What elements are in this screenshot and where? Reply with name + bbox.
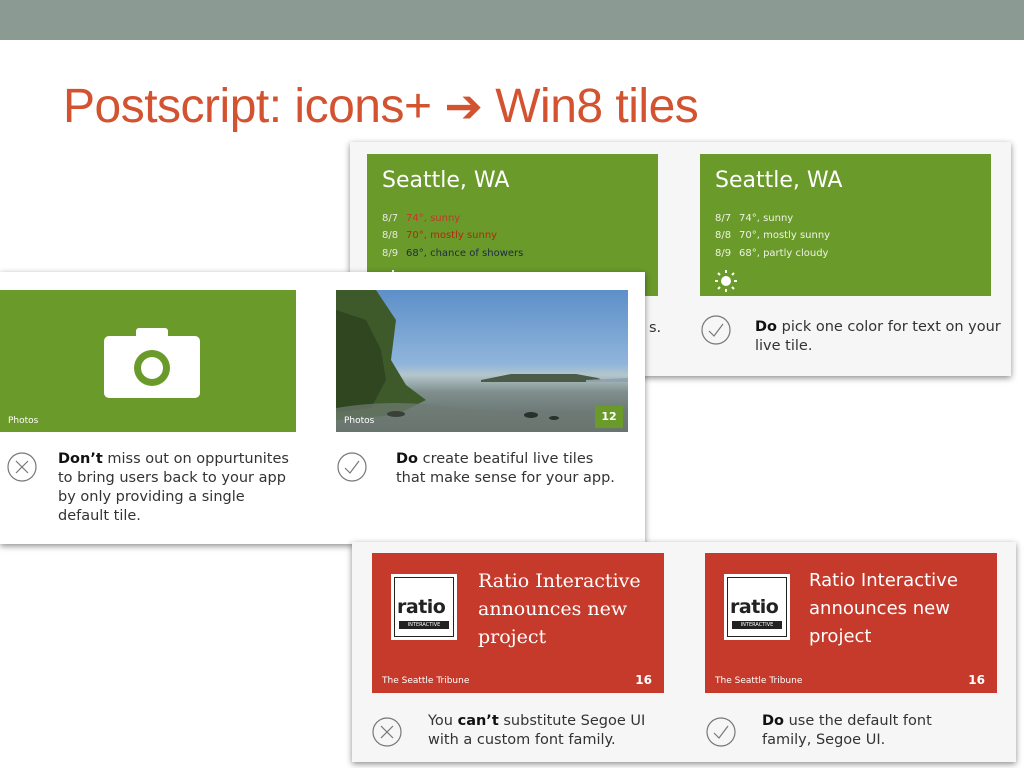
x-circle-icon bbox=[372, 717, 402, 747]
slide-title: Postscript: icons+ ➔ Win8 tiles bbox=[63, 76, 699, 137]
photos-tile-default: Photos bbox=[0, 290, 296, 432]
ratio-logo: ratio INTERACTIVE bbox=[724, 574, 790, 640]
title-suffix: Win8 tiles bbox=[495, 80, 699, 133]
landscape-image bbox=[336, 290, 628, 432]
check-circle-icon bbox=[706, 717, 736, 747]
news-do-note: Do use the default font family, Segoe UI… bbox=[762, 713, 932, 748]
weather-city: Seattle, WA bbox=[382, 168, 510, 193]
photos-dont-note: Don’t miss out on oppurtunites to bring … bbox=[58, 451, 289, 524]
photos-tile-live: Photos 12 bbox=[336, 290, 628, 432]
arrow-right-icon: ➔ bbox=[444, 80, 483, 132]
weather-tile-good: Seattle, WA 8/7 74°, sunny 8/8 70°, mostly… bbox=[700, 154, 991, 296]
weather-row: 8/9 68°, chance of showers bbox=[382, 248, 524, 259]
news-tile-segoe: ratio INTERACTIVE Ratio Interactive anno… bbox=[705, 553, 997, 693]
top-banner bbox=[0, 0, 1024, 40]
news-count: 16 bbox=[635, 673, 652, 687]
check-circle-icon bbox=[701, 315, 731, 345]
weather-row: 8/9 68°, partly cloudy bbox=[715, 248, 829, 259]
ratio-logo-sub: INTERACTIVE bbox=[399, 621, 449, 629]
weather-row: 8/8 70°, mostly sunny bbox=[715, 230, 831, 241]
check-circle-icon bbox=[337, 452, 367, 482]
ratio-logo: ratio INTERACTIVE bbox=[391, 574, 457, 640]
title-text: Postscript: icons+ bbox=[63, 80, 432, 133]
news-panel: ratio INTERACTIVE Ratio Interactive anno… bbox=[352, 542, 1016, 762]
weather-row: 8/7 74°, sunny bbox=[382, 213, 461, 224]
photos-panel: Photos Photos 12 Don’t miss out on oppur… bbox=[0, 272, 645, 544]
ratio-logo-sub: INTERACTIVE bbox=[732, 621, 782, 629]
photos-do-note: Do create beatiful live tiles that make … bbox=[396, 451, 615, 486]
news-count: 16 bbox=[968, 673, 985, 687]
x-circle-icon bbox=[7, 452, 37, 482]
ratio-logo-text: ratio bbox=[397, 596, 446, 618]
sun-icon bbox=[715, 270, 737, 292]
news-headline: Ratio Interactive announces new project bbox=[809, 570, 958, 647]
weather-bad-note-tail: s. bbox=[649, 320, 662, 336]
news-source: The Seattle Tribune bbox=[715, 676, 803, 686]
camera-icon bbox=[104, 328, 200, 398]
weather-row: 8/8 70°, mostly sunny bbox=[382, 230, 498, 241]
photos-label: Photos bbox=[8, 416, 39, 426]
ratio-logo-text: ratio bbox=[730, 596, 779, 618]
news-tile-serif: ratio INTERACTIVE Ratio Interactive anno… bbox=[372, 553, 664, 693]
news-source: The Seattle Tribune bbox=[382, 676, 470, 686]
weather-row: 8/7 74°, sunny bbox=[715, 213, 794, 224]
weather-city: Seattle, WA bbox=[715, 168, 843, 193]
news-cant-note: You can’t substitute Segoe UI with a cus… bbox=[428, 713, 646, 748]
weather-good-note: Do pick one color for text on your live … bbox=[755, 319, 1001, 354]
photos-label: Photos bbox=[344, 416, 375, 426]
notification-badge: 12 bbox=[595, 406, 623, 428]
news-headline: Ratio Interactive announces new project bbox=[478, 570, 641, 648]
